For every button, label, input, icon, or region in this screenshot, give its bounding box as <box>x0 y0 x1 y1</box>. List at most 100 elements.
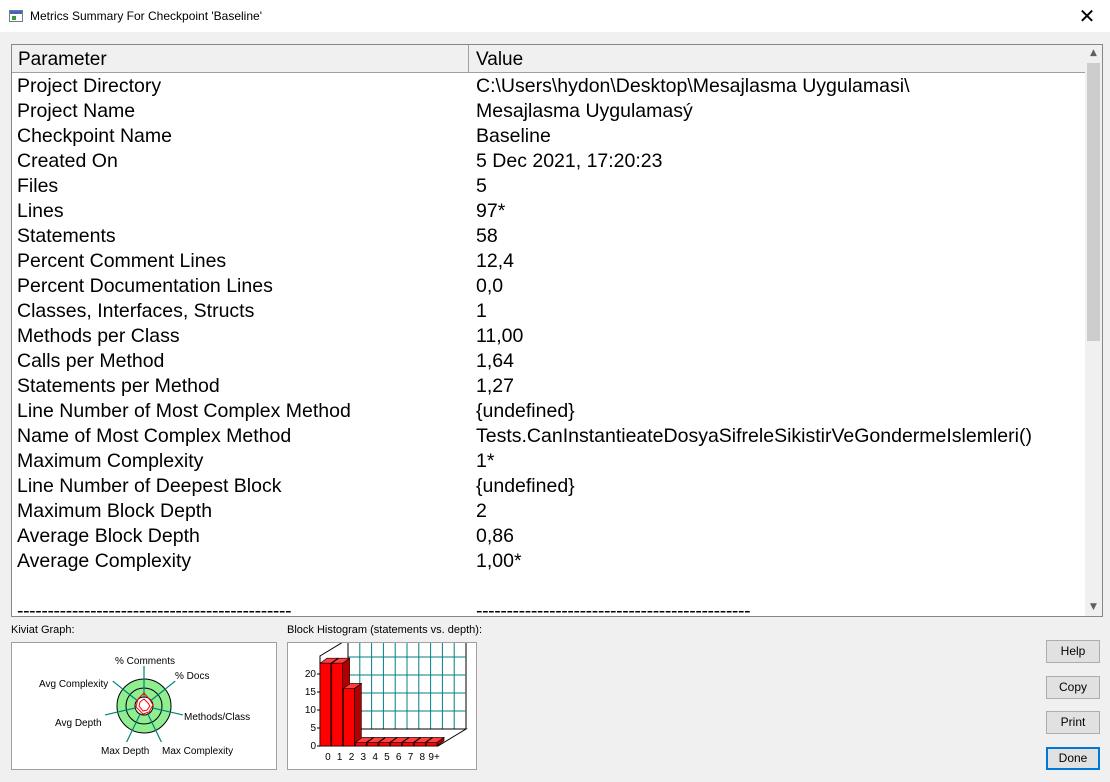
histogram-y-tick-label: 10 <box>305 705 317 716</box>
column-header-parameter[interactable]: Parameter <box>12 45 469 73</box>
table-row[interactable]: Maximum Complexity 1* <box>12 449 1086 474</box>
table-row[interactable]: Statements per Method 1,27 <box>12 374 1086 399</box>
parameter-cell: Files <box>17 175 59 197</box>
value-cell: 5 Dec 2021, 17:20:23 <box>476 150 663 172</box>
app-window-icon <box>9 10 23 22</box>
kiviat-graph: % Comments % Docs Methods/Class Max Comp… <box>11 642 277 770</box>
table-row[interactable]: Line Number of Most Complex Method {undef… <box>12 399 1086 424</box>
scrollbar-thumb[interactable] <box>1087 63 1100 341</box>
block-histogram: 20 15 10 5 0 0 1 2 3 4 5 6 7 8 9+ <box>287 642 477 770</box>
parameter-cell: Average Block Depth <box>17 525 200 547</box>
table-header: Parameter Value <box>12 45 1086 73</box>
kiviat-axis-max-complexity: Max Complexity <box>162 746 233 757</box>
value-cell: 11,00 <box>476 325 524 347</box>
histogram-y-tick-label: 5 <box>310 723 316 734</box>
histogram-x-tick-label: 9+ <box>428 752 440 763</box>
table-row[interactable]: Checkpoint Name Baseline <box>12 124 1086 149</box>
value-cell: 1,27 <box>476 375 514 397</box>
value-cell: 58 <box>476 225 498 247</box>
histogram-x-tick-label: 7 <box>408 752 414 763</box>
value-cell: Tests.CanInstantieateDosyaSifreleSikisti… <box>476 425 1032 447</box>
histogram-label: Block Histogram (statements vs. depth): <box>287 624 483 636</box>
value-cell: {undefined} <box>476 400 575 422</box>
histogram-x-tick-label: 2 <box>349 752 355 763</box>
table-row[interactable]: Percent Documentation Lines 0,0 <box>12 274 1086 299</box>
table-row[interactable] <box>12 574 1086 599</box>
table-row[interactable]: Files 5 <box>12 174 1086 199</box>
value-cell: 97* <box>476 200 506 222</box>
value-cell: {undefined} <box>476 475 575 497</box>
histogram-bar <box>319 662 332 747</box>
histogram-bar <box>343 688 355 747</box>
parameter-cell: Project Name <box>17 100 136 122</box>
table-row[interactable]: Project Directory C:\Users\hydon\Desktop\… <box>12 74 1086 99</box>
parameter-cell: Line Number of Deepest Block <box>17 475 282 497</box>
kiviat-axis-methods-class: Methods/Class <box>184 712 250 723</box>
column-header-value[interactable]: Value <box>469 45 1086 73</box>
value-cell: Baseline <box>476 125 551 147</box>
table-row[interactable]: ----------------------------------------… <box>12 599 1086 617</box>
value-cell: 5 <box>476 175 487 197</box>
histogram-x-tick-label: 1 <box>337 752 343 763</box>
copy-button[interactable]: Copy <box>1046 676 1100 699</box>
value-cell: 1,64 <box>476 350 514 372</box>
value-cell: ----------------------------------------… <box>476 600 751 617</box>
parameter-cell: Methods per Class <box>17 325 180 347</box>
scroll-down-arrow-icon[interactable]: ▼ <box>1085 599 1102 616</box>
parameter-cell: Maximum Block Depth <box>17 500 213 522</box>
parameter-cell: Percent Comment Lines <box>17 250 227 272</box>
table-row[interactable]: Created On 5 Dec 2021, 17:20:23 <box>12 149 1086 174</box>
histogram-x-tick-label: 0 <box>325 752 331 763</box>
parameter-cell: Lines <box>17 200 64 222</box>
parameter-cell: Calls per Method <box>17 350 165 372</box>
value-cell: 1 <box>476 300 487 322</box>
parameter-cell: Project Directory <box>17 75 162 97</box>
histogram-bar-side <box>354 682 362 747</box>
print-button[interactable]: Print <box>1046 711 1100 734</box>
parameter-cell: Statements <box>17 225 116 247</box>
histogram-x-tick-label: 4 <box>372 752 378 763</box>
table-row[interactable]: Statements 58 <box>12 224 1086 249</box>
table-row[interactable]: Methods per Class 11,00 <box>12 324 1086 349</box>
help-button[interactable]: Help <box>1046 640 1100 663</box>
histogram-bar <box>355 742 367 747</box>
table-row[interactable]: Classes, Interfaces, Structs 1 <box>12 299 1086 324</box>
histogram-bar <box>366 742 379 747</box>
kiviat-axis-docs: % Docs <box>175 671 209 682</box>
table-row[interactable]: Name of Most Complex Method Tests.CanInst… <box>12 424 1086 449</box>
table-row[interactable]: Average Block Depth 0,86 <box>12 524 1086 549</box>
table-row[interactable]: Lines 97* <box>12 199 1086 224</box>
histogram-y-tick-label: 0 <box>310 741 316 752</box>
metrics-table[interactable]: Parameter Value Project Directory C:\User… <box>11 44 1103 617</box>
vertical-scrollbar[interactable]: ▲ ▼ <box>1085 45 1102 616</box>
parameter-cell: Statements per Method <box>17 375 220 397</box>
parameter-cell: Classes, Interfaces, Structs <box>17 300 255 322</box>
parameter-cell: Maximum Complexity <box>17 450 204 472</box>
value-cell: 1,00* <box>476 550 522 572</box>
table-row[interactable]: Average Complexity 1,00* <box>12 549 1086 574</box>
value-cell: 1* <box>476 450 495 472</box>
value-cell: 0,86 <box>476 525 514 547</box>
title-bar: Metrics Summary For Checkpoint 'Baseline… <box>0 0 1110 33</box>
window-title: Metrics Summary For Checkpoint 'Baseline… <box>30 9 262 23</box>
histogram-y-tick-label: 20 <box>305 669 317 680</box>
histogram-bar <box>331 662 343 747</box>
table-row[interactable]: Line Number of Deepest Block {undefined} <box>12 474 1086 499</box>
table-row[interactable]: Project Name Mesajlasma Uygulamasý <box>12 99 1086 124</box>
table-row[interactable]: Maximum Block Depth 2 <box>12 499 1086 524</box>
close-button[interactable]: ✕ <box>1064 0 1110 33</box>
histogram-bar <box>390 742 402 747</box>
parameter-cell: Created On <box>17 150 118 172</box>
done-button[interactable]: Done <box>1046 747 1100 770</box>
kiviat-axis-avg-complexity: Avg Complexity <box>39 679 108 690</box>
parameter-cell: Line Number of Most Complex Method <box>17 400 351 422</box>
value-cell: C:\Users\hydon\Desktop\Mesajlasma Uygula… <box>476 75 910 97</box>
value-cell: 2 <box>476 500 487 522</box>
parameter-cell: ----------------------------------------… <box>17 600 292 617</box>
scroll-up-arrow-icon[interactable]: ▲ <box>1085 45 1102 62</box>
parameter-cell: Checkpoint Name <box>17 125 172 147</box>
kiviat-svg: % Comments % Docs Methods/Class Max Comp… <box>39 656 250 757</box>
table-row[interactable]: Percent Comment Lines 12,4 <box>12 249 1086 274</box>
histogram-bar <box>378 742 391 747</box>
table-row[interactable]: Calls per Method 1,64 <box>12 349 1086 374</box>
